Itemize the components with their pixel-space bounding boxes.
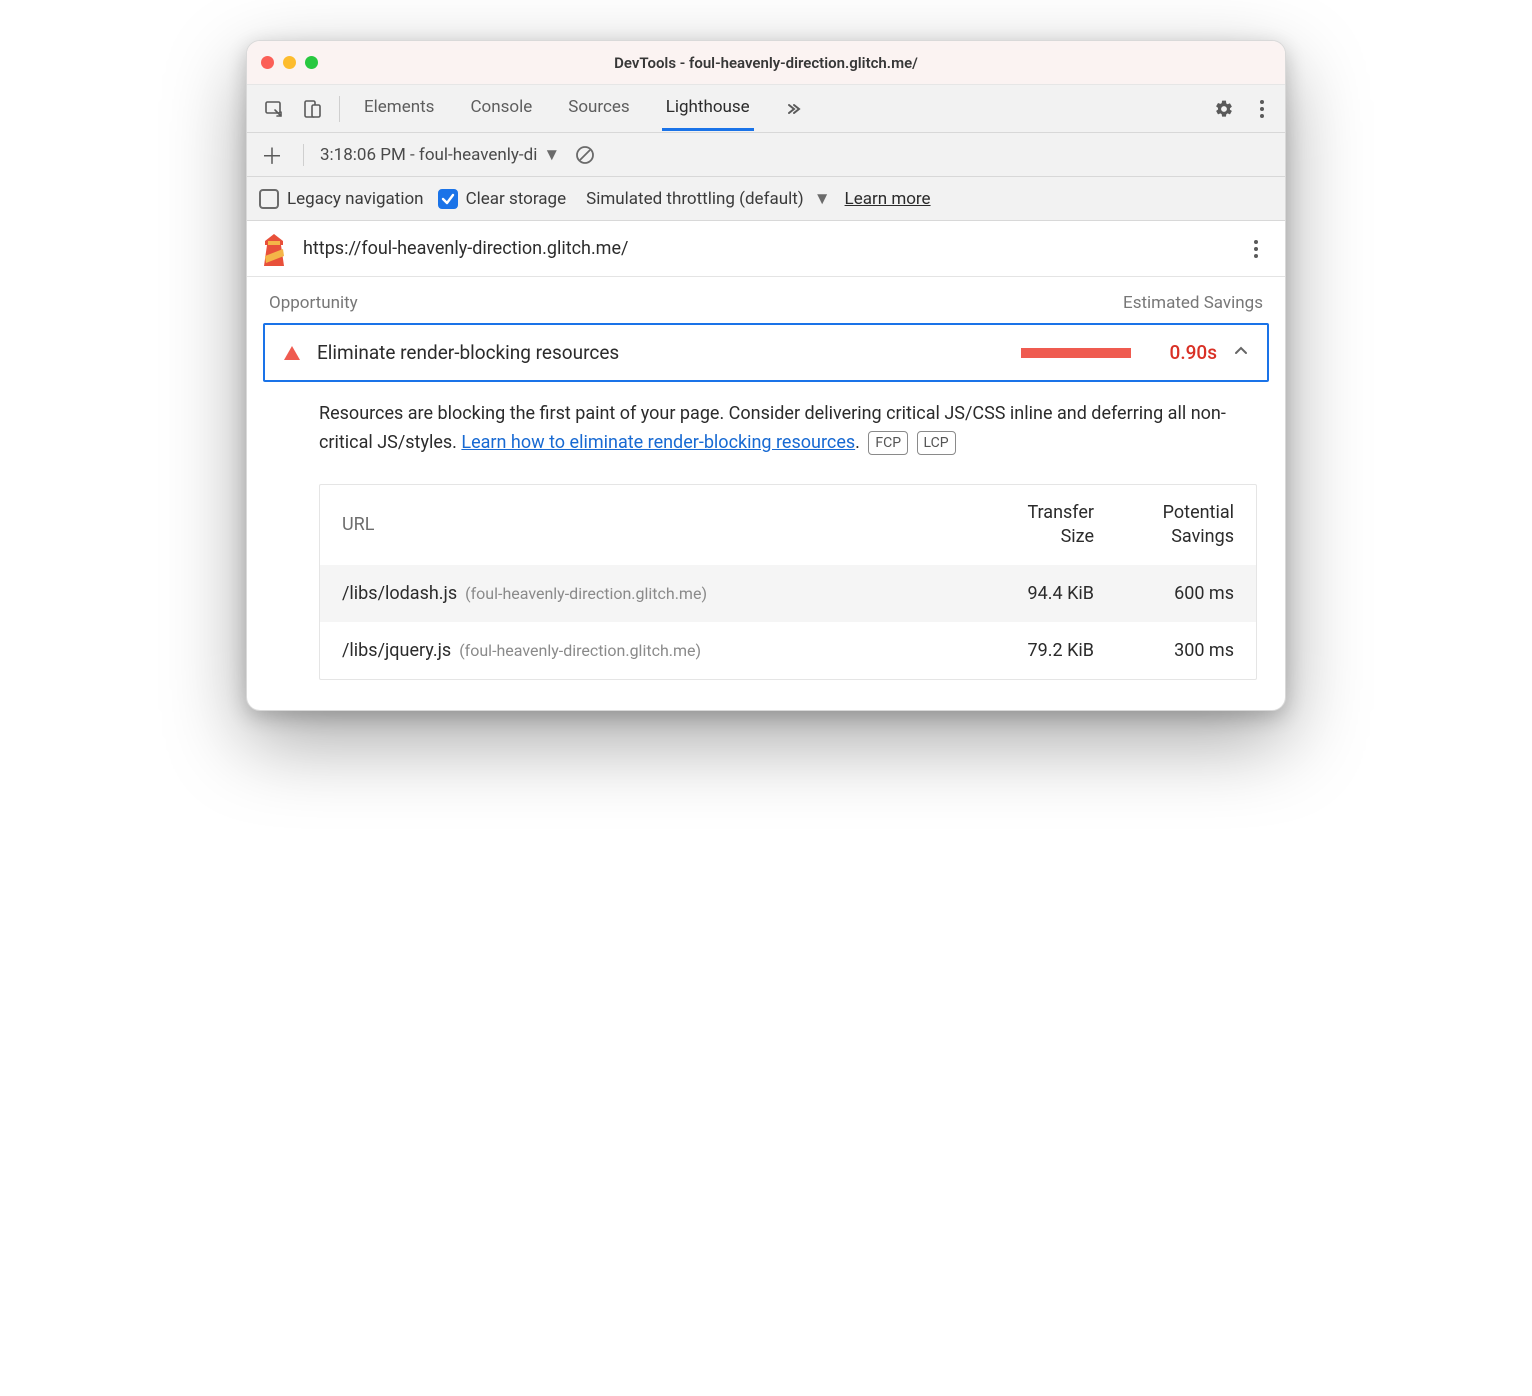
resource-size: 94.4 KiB bbox=[964, 583, 1094, 604]
resource-host: (foul-heavenly-direction.glitch.me) bbox=[465, 584, 707, 603]
opportunity-savings-bar bbox=[1021, 348, 1131, 358]
legacy-navigation-option[interactable]: Legacy navigation bbox=[259, 189, 424, 209]
more-tabs-icon[interactable] bbox=[776, 92, 810, 126]
window-title: DevTools - foul-heavenly-direction.glitc… bbox=[247, 54, 1285, 72]
clear-storage-option[interactable]: Clear storage bbox=[438, 189, 567, 209]
table-header-row: URL TransferSize PotentialSavings bbox=[320, 485, 1256, 566]
resource-size: 79.2 KiB bbox=[964, 640, 1094, 661]
chevron-up-icon bbox=[1233, 343, 1249, 363]
opportunity-learn-link[interactable]: Learn how to eliminate render-blocking r… bbox=[461, 432, 855, 453]
new-report-button[interactable]: ＋ bbox=[257, 140, 287, 170]
opportunity-header: Opportunity Estimated Savings bbox=[247, 277, 1285, 323]
clear-storage-label: Clear storage bbox=[466, 189, 567, 209]
lighthouse-url-row: https://foul-heavenly-direction.glitch.m… bbox=[247, 221, 1285, 277]
tab-elements[interactable]: Elements bbox=[360, 87, 438, 131]
opportunity-header-right: Estimated Savings bbox=[1123, 293, 1263, 313]
resource-path[interactable]: /libs/lodash.js bbox=[342, 583, 457, 604]
resource-savings: 300 ms bbox=[1094, 640, 1234, 661]
tab-console[interactable]: Console bbox=[466, 87, 536, 131]
page-url: https://foul-heavenly-direction.glitch.m… bbox=[303, 238, 628, 259]
table-row: /libs/lodash.js (foul-heavenly-direction… bbox=[320, 565, 1256, 622]
resource-savings: 600 ms bbox=[1094, 583, 1234, 604]
close-window-button[interactable] bbox=[261, 56, 274, 69]
table-row: /libs/jquery.js (foul-heavenly-direction… bbox=[320, 622, 1256, 679]
col-header-url: URL bbox=[342, 514, 964, 535]
legacy-navigation-checkbox[interactable] bbox=[259, 189, 279, 209]
opportunity-toggle-row[interactable]: Eliminate render-blocking resources 0.90… bbox=[265, 325, 1267, 380]
lighthouse-icon bbox=[259, 232, 289, 266]
caret-down-icon: ▼ bbox=[814, 189, 831, 209]
tabbar: Elements Console Sources Lighthouse bbox=[247, 85, 1285, 133]
opportunity-title: Eliminate render-blocking resources bbox=[317, 341, 619, 364]
legacy-navigation-label: Legacy navigation bbox=[287, 189, 424, 209]
metric-badge-lcp: LCP bbox=[917, 431, 956, 455]
devtools-window: DevTools - foul-heavenly-direction.glitc… bbox=[246, 40, 1286, 711]
titlebar: DevTools - foul-heavenly-direction.glitc… bbox=[247, 41, 1285, 85]
traffic-lights bbox=[261, 56, 318, 69]
learn-more-link[interactable]: Learn more bbox=[845, 189, 931, 209]
divider bbox=[339, 96, 340, 122]
warning-triangle-icon bbox=[283, 344, 301, 362]
resources-table: URL TransferSize PotentialSavings /libs/… bbox=[319, 484, 1257, 681]
resource-path[interactable]: /libs/jquery.js bbox=[342, 640, 451, 661]
minimize-window-button[interactable] bbox=[283, 56, 296, 69]
report-menu-icon[interactable] bbox=[1239, 232, 1273, 266]
kebab-menu-icon[interactable] bbox=[1245, 92, 1279, 126]
settings-icon[interactable] bbox=[1207, 92, 1241, 126]
maximize-window-button[interactable] bbox=[305, 56, 318, 69]
throttling-label: Simulated throttling (default) bbox=[586, 189, 804, 209]
tab-lighthouse[interactable]: Lighthouse bbox=[662, 87, 754, 131]
report-selector-label: 3:18:06 PM - foul-heavenly-di bbox=[320, 145, 537, 165]
throttling-selector[interactable]: Simulated throttling (default) ▼ bbox=[586, 189, 830, 209]
opportunity-savings-value: 0.90s bbox=[1147, 341, 1217, 364]
opportunity-description-tail: . bbox=[855, 432, 860, 453]
col-header-savings: PotentialSavings bbox=[1094, 501, 1234, 550]
report-selector[interactable]: 3:18:06 PM - foul-heavenly-di ▼ bbox=[320, 145, 560, 165]
device-toolbar-icon[interactable] bbox=[295, 92, 329, 126]
clear-storage-checkbox[interactable] bbox=[438, 189, 458, 209]
col-header-size: TransferSize bbox=[964, 501, 1094, 550]
caret-down-icon: ▼ bbox=[543, 145, 560, 165]
lighthouse-toolbar: ＋ 3:18:06 PM - foul-heavenly-di ▼ bbox=[247, 133, 1285, 177]
opportunity-item: Eliminate render-blocking resources 0.90… bbox=[263, 323, 1269, 382]
opportunity-description: Resources are blocking the first paint o… bbox=[247, 382, 1285, 458]
divider bbox=[303, 144, 304, 166]
metric-badge-fcp: FCP bbox=[868, 431, 908, 455]
options-row: Legacy navigation Clear storage Simulate… bbox=[247, 177, 1285, 221]
panel-tabs: Elements Console Sources Lighthouse bbox=[360, 87, 754, 131]
tab-sources[interactable]: Sources bbox=[564, 87, 633, 131]
resource-host: (foul-heavenly-direction.glitch.me) bbox=[459, 641, 701, 660]
inspect-element-icon[interactable] bbox=[257, 92, 291, 126]
clear-report-icon[interactable] bbox=[570, 140, 600, 170]
opportunity-header-left: Opportunity bbox=[269, 293, 358, 313]
